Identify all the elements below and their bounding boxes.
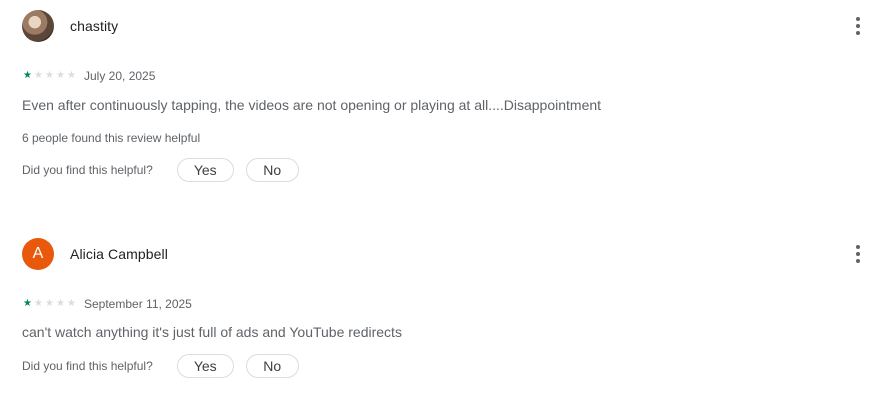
more-options-icon[interactable] <box>848 243 868 265</box>
avatar-letter: A <box>32 245 44 262</box>
review-header: chastity <box>22 10 118 42</box>
star-icon: ★ <box>56 298 65 309</box>
star-icon: ★ <box>45 298 54 309</box>
yes-button[interactable]: Yes <box>176 354 234 378</box>
helpful-feedback: Did you find this helpful? Yes No <box>22 158 299 182</box>
review-text: can't watch anything it's just full of a… <box>22 324 402 340</box>
helpful-prompt: Did you find this helpful? <box>22 163 153 177</box>
avatar: A <box>22 238 54 270</box>
review-date: July 20, 2025 <box>84 69 156 83</box>
helpful-count: 6 people found this review helpful <box>22 131 201 145</box>
star-icon: ★ <box>23 70 32 81</box>
review-header: A Alicia Campbell <box>22 238 168 270</box>
no-button[interactable]: No <box>245 354 299 378</box>
yes-button[interactable]: Yes <box>176 158 234 182</box>
avatar <box>22 10 54 42</box>
helpful-prompt: Did you find this helpful? <box>22 359 153 373</box>
star-icon: ★ <box>34 70 43 81</box>
star-icon: ★ <box>23 298 32 309</box>
reviewer-name: chastity <box>70 18 119 34</box>
more-options-icon[interactable] <box>848 15 868 37</box>
star-icon: ★ <box>34 298 43 309</box>
helpful-feedback: Did you find this helpful? Yes No <box>22 354 299 378</box>
reviewer-name: Alicia Campbell <box>70 246 168 262</box>
star-icon: ★ <box>56 70 65 81</box>
star-rating: ★ ★ ★ ★ ★ <box>22 299 77 309</box>
no-button[interactable]: No <box>245 158 299 182</box>
star-icon: ★ <box>45 70 54 81</box>
star-rating: ★ ★ ★ ★ ★ <box>22 71 77 81</box>
review-meta: ★ ★ ★ ★ ★ July 20, 2025 <box>22 69 155 83</box>
review-text: Even after continuously tapping, the vid… <box>22 97 602 113</box>
star-icon: ★ <box>67 298 76 309</box>
review-meta: ★ ★ ★ ★ ★ September 11, 2025 <box>22 297 192 311</box>
star-icon: ★ <box>67 70 76 81</box>
review-date: September 11, 2025 <box>84 297 192 311</box>
